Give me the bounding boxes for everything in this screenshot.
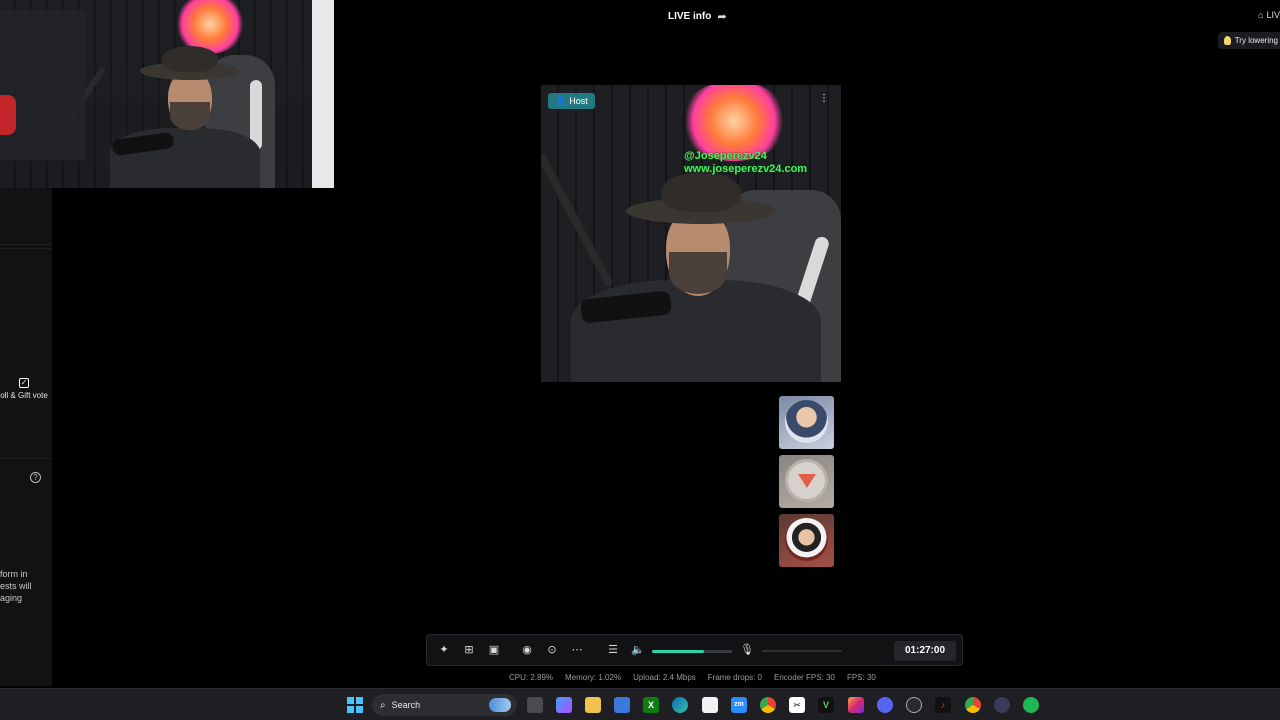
layout-icon[interactable]: ▣ [487,643,501,657]
performance-stats: CPU: 2.89% Memory: 1.02% Upload: 2.4 Mbp… [509,673,876,682]
host-camera: 👤 Host ⋮ @Joseperezv24 www.joseperezv24.… [541,85,841,382]
camera-preview [0,0,334,188]
record-icon[interactable]: ◉ [520,643,534,657]
volume-slider[interactable] [652,650,732,653]
taskbar-search[interactable]: ⌕ Search [372,694,517,716]
volume-icon[interactable]: 🔈 [631,643,645,657]
live-home-label: LIV [1266,10,1280,20]
guest-avatar[interactable] [779,396,834,449]
settings-sliders-icon[interactable]: ☰ [606,643,620,657]
magic-wand-icon[interactable]: ✦ [437,643,451,657]
sidebar-info-text: form in ests will aging [0,568,52,604]
guest-avatar[interactable] [779,455,834,508]
info-line-2: ests will [0,581,32,591]
live-home-button[interactable]: ⌂ LIV [1258,10,1280,20]
tiktok-icon[interactable]: ♪ [935,697,951,713]
memory-stat: Memory: 1.02% [565,673,622,682]
info-line-3: aging [0,593,23,603]
volume-slider-fill [652,650,704,653]
fps-stat: FPS: 30 [846,673,876,682]
spotify-icon[interactable] [1023,697,1039,713]
tip-banner: Try lowering [1217,32,1280,49]
stream-control-bar: ✦ ⊞ ▣ ◉ ⊙ ⋯ ☰ 🔈 🎙 01:27:00 [426,634,963,666]
poll-gift-vote-button[interactable]: ✓ oll & Gift vote [0,378,48,401]
sidebar-divider [0,244,52,245]
stream-timer: 01:27:00 [894,641,956,661]
add-source-icon[interactable]: ⊞ [462,643,476,657]
more-icon[interactable]: ⋯ [570,643,584,657]
frame-drops-stat: Frame drops: 0 [707,673,763,682]
chrome-icon[interactable] [760,697,776,713]
window-light [312,0,334,188]
handle-line-2: www.joseperezv24.com [684,163,808,175]
help-icon[interactable]: ? [30,472,41,483]
shelf [0,10,85,160]
vectorworks-icon[interactable]: V [818,697,834,713]
main-stream: 👤 Host ⋮ @Joseperezv24 www.joseperezv24.… [541,85,841,618]
guest-list [779,396,834,573]
host-badge: 👤 Host [548,93,595,109]
red-hat [0,95,16,135]
search-label: Search [391,700,421,710]
home-icon: ⌂ [1258,10,1264,20]
lightbulb-icon [1223,36,1231,45]
more-options-icon[interactable]: ⋮ [819,93,829,104]
left-sidebar: ✓ oll & Gift vote ? form in ests will ag… [0,188,52,686]
sidebar-divider [0,458,52,459]
xbox-icon[interactable]: X [643,697,659,713]
notepad-icon[interactable] [702,697,718,713]
mic-slider[interactable] [762,650,842,652]
microphone-icon[interactable]: 🎙 [740,643,754,657]
tip-text: Try lowering [1234,36,1278,45]
search-highlight-icon [489,698,511,712]
checkbox-icon: ✓ [19,378,29,388]
share-icon[interactable]: ➦ [717,10,726,23]
instagram-icon[interactable] [848,697,864,713]
stream-overlay-handle: @Joseperezv24 www.joseperezv24.com [684,150,807,176]
task-view-icon[interactable] [527,697,543,713]
live-info-header[interactable]: LIVE info ➦ [668,10,727,23]
file-explorer-icon[interactable] [585,697,601,713]
copilot-icon[interactable] [556,697,572,713]
camera-icon[interactable]: ⊙ [545,643,559,657]
zoom-icon[interactable]: zm [731,697,747,713]
search-icon: ⌕ [380,699,386,711]
windows-start-button[interactable] [347,697,363,713]
upload-stat: Upload: 2.4 Mbps [633,673,696,682]
streamer [110,40,260,188]
handle-line-1: @Joseperezv24 [684,150,767,162]
capcut-icon[interactable]: ✂ [789,697,805,713]
live-info-title: LIVE info [668,11,712,22]
info-line-1: form in [0,569,28,579]
sidebar-divider [0,248,52,249]
host-label: Host [569,96,588,106]
cpu-stat: CPU: 2.89% [509,673,554,682]
poll-gift-vote-label: oll & Gift vote [0,391,48,400]
windows-taskbar: ⌕ Search X zm ✂ V ♪ [0,688,1280,720]
discord-icon[interactable] [877,697,893,713]
edge-icon[interactable] [672,697,688,713]
user-icon: 👤 [555,95,567,106]
host-streamer [571,160,821,382]
chrome-profile-icon[interactable] [965,697,981,713]
store-icon[interactable] [614,697,630,713]
guest-avatar[interactable] [779,514,834,567]
encoder-fps-stat: Encoder FPS: 30 [774,673,835,682]
obs-icon[interactable] [906,697,922,713]
app-icon[interactable] [994,697,1010,713]
